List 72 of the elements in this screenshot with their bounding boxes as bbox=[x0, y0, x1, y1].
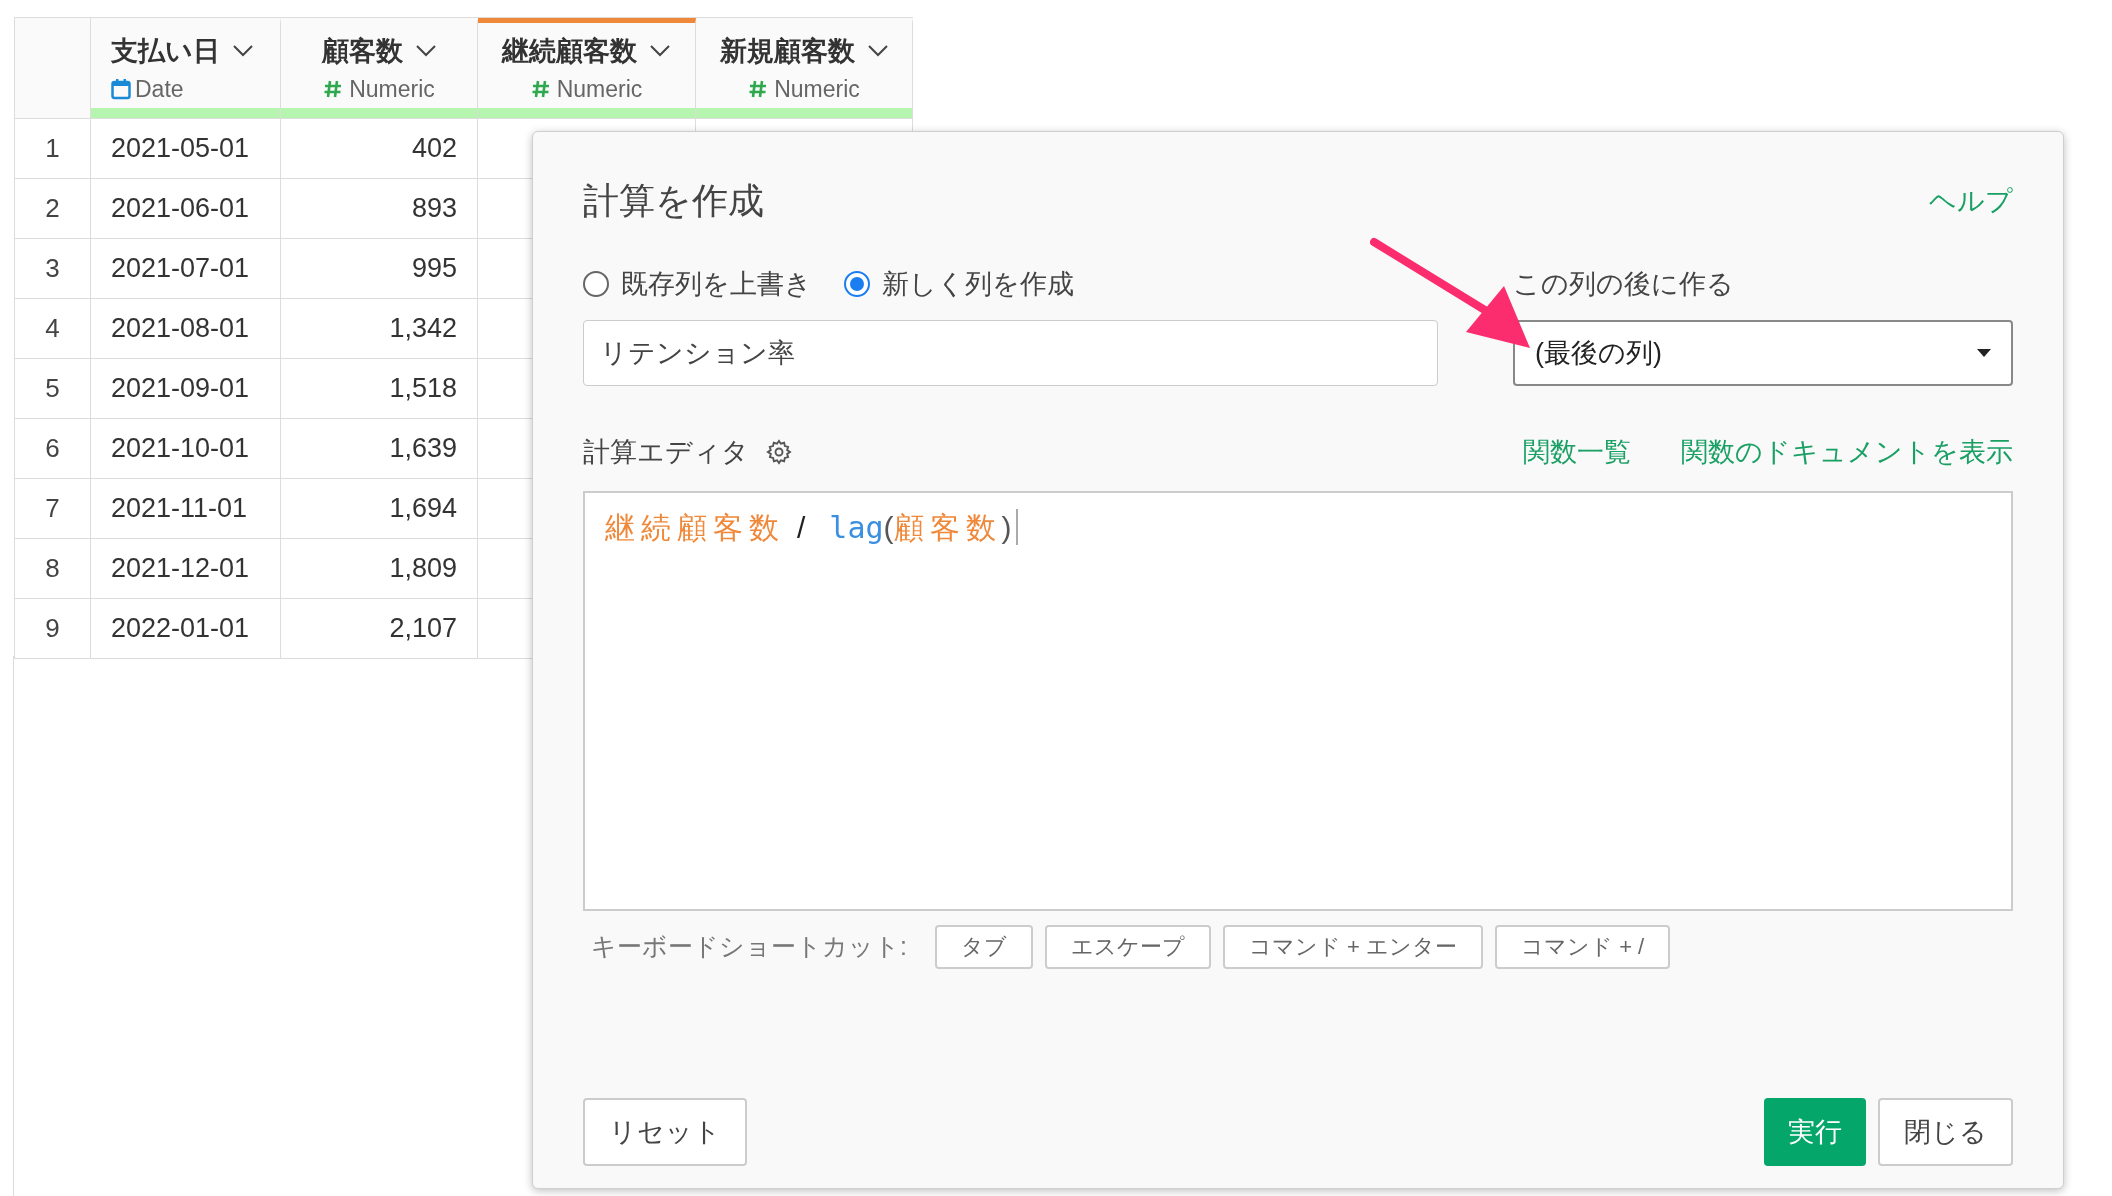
chevron-down-icon[interactable] bbox=[866, 44, 889, 59]
column-header[interactable]: 支払い日 Date bbox=[91, 18, 281, 118]
column-header[interactable]: 継続顧客数 Numeric bbox=[478, 18, 696, 118]
table-cell-text: 2021-08-01 bbox=[111, 312, 250, 346]
row-number: 1 bbox=[15, 119, 91, 178]
shortcuts-label: キーボードショートカット: bbox=[591, 930, 907, 962]
table-cell-text: 2021-05-01 bbox=[111, 132, 250, 166]
table-cell-text: 402 bbox=[411, 132, 457, 166]
position-dropdown[interactable]: (最後の列) bbox=[1513, 320, 2013, 386]
row-number: 2 bbox=[15, 179, 91, 238]
shortcut-key: エスケープ bbox=[1044, 924, 1211, 969]
table-cell-text: 2021-12-01 bbox=[111, 552, 250, 586]
column-name: 顧客数 bbox=[321, 35, 403, 68]
radio-button[interactable] bbox=[583, 271, 609, 297]
table-cell-text: 2021-11-01 bbox=[111, 492, 248, 526]
code-token: / bbox=[797, 509, 806, 546]
code-token: ( bbox=[883, 509, 894, 546]
radio-button[interactable] bbox=[844, 271, 870, 297]
table-cell-text: 2021-06-01 bbox=[111, 192, 250, 226]
table-cell-text: 1,694 bbox=[389, 492, 457, 526]
row-number: 3 bbox=[15, 239, 91, 298]
position-label: この列の後に作る bbox=[1513, 267, 1735, 301]
editor-label: 計算エディタ bbox=[583, 436, 749, 469]
dropdown-caret-icon bbox=[1977, 349, 1991, 357]
shortcut-key: コマンド + / bbox=[1495, 924, 1671, 969]
radio-option[interactable]: 既存列を上書き bbox=[583, 263, 812, 305]
close-button[interactable]: 閉じる bbox=[1878, 1098, 2013, 1166]
hash-icon bbox=[530, 78, 551, 99]
table-cell-text: 1,342 bbox=[389, 312, 457, 346]
column-type: Numeric bbox=[774, 74, 860, 104]
column-name: 支払い日 bbox=[111, 35, 220, 68]
table-cell-text: 893 bbox=[411, 192, 457, 226]
table-cell-text: 2021-10-01 bbox=[111, 432, 250, 466]
row-number: 6 bbox=[15, 419, 91, 478]
dialog-title: 計算を作成 bbox=[583, 179, 764, 223]
table-cell-text: 1,809 bbox=[389, 552, 457, 586]
column-name-field[interactable]: リテンション率 bbox=[583, 320, 1438, 386]
hash-icon bbox=[748, 78, 769, 99]
row-number: 5 bbox=[15, 359, 91, 418]
shortcut-key: タブ bbox=[934, 924, 1033, 969]
table-cell-text: 2021-09-01 bbox=[111, 372, 250, 406]
table-cell-text: 1,518 bbox=[389, 372, 457, 406]
code-token: 顧客数 bbox=[893, 509, 1002, 546]
code-token: 継続顧客数 bbox=[605, 509, 785, 546]
code-token: lag bbox=[829, 508, 884, 547]
settings-icon[interactable] bbox=[765, 438, 793, 467]
table-cell-text: 1,639 bbox=[389, 432, 457, 466]
shortcut-key: コマンド + エンター bbox=[1222, 924, 1484, 969]
table-cell-text: 995 bbox=[411, 252, 457, 286]
column-type: Date bbox=[135, 74, 184, 104]
chevron-down-icon[interactable] bbox=[232, 44, 254, 59]
table-cell-text: 2,107 bbox=[389, 612, 457, 646]
table-cell-text: 2022-01-01 bbox=[111, 612, 250, 646]
row-number: 8 bbox=[15, 539, 91, 598]
radio-option[interactable]: 新しく列を作成 bbox=[844, 263, 1074, 305]
chevron-down-icon[interactable] bbox=[414, 44, 437, 59]
column-name: 新規顧客数 bbox=[719, 35, 855, 68]
code-token: ) bbox=[1001, 509, 1012, 546]
row-number: 7 bbox=[15, 479, 91, 538]
column-type: Numeric bbox=[349, 74, 435, 104]
column-name: 継続顧客数 bbox=[502, 35, 637, 68]
hash-icon bbox=[323, 78, 344, 99]
column-type: Numeric bbox=[556, 74, 643, 104]
row-number: 4 bbox=[15, 299, 91, 358]
table-cell-text: 2021-07-01 bbox=[111, 252, 250, 286]
column-header[interactable]: 顧客数 Numeric bbox=[281, 18, 478, 118]
row-number: 9 bbox=[15, 599, 91, 658]
chevron-down-icon[interactable] bbox=[649, 44, 671, 59]
calendar-icon bbox=[111, 77, 131, 100]
column-header[interactable]: 新規顧客数 Numeric bbox=[696, 18, 913, 118]
code-editor[interactable]: 継続顧客数 / lag(顧客数) bbox=[583, 490, 2013, 911]
reset-button[interactable]: リセット bbox=[583, 1098, 747, 1166]
